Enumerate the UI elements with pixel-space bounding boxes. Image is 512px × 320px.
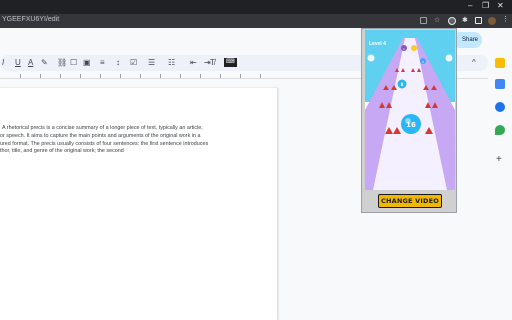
body-line: A rhetorical precis is a concise summary… [2, 125, 203, 131]
ruler-tick [80, 74, 81, 78]
ruler-tick [160, 74, 161, 78]
bullet-list-icon[interactable]: ☰ [148, 57, 155, 69]
side-panel-icon[interactable] [475, 17, 482, 24]
ruler-tick [100, 74, 101, 78]
body-line: thor, title, and genre of the original w… [0, 148, 124, 155]
highlight-icon[interactable]: ✎ [41, 57, 48, 69]
side-panel-rail: + [488, 28, 512, 320]
ball-number: 16 [406, 121, 416, 129]
document-page[interactable] [0, 88, 278, 320]
clear-formatting-icon[interactable]: T̸ [210, 57, 215, 69]
ruler-tick [220, 74, 221, 78]
extensions-puzzle-icon[interactable]: ✱ [462, 16, 470, 24]
ruler-tick [200, 74, 201, 78]
italic-button[interactable]: I [2, 57, 4, 69]
keep-icon[interactable] [495, 58, 505, 68]
body-line: or speech. It aims to capture the main p… [0, 132, 201, 139]
ball-number: 8 [401, 82, 404, 87]
indent-less-icon[interactable]: ⇤ [190, 57, 197, 69]
image-icon[interactable]: ▣ [83, 57, 91, 69]
game-scene: 16 8 2 1 [365, 30, 455, 190]
minimize-icon[interactable]: – [468, 1, 472, 10]
checklist-icon[interactable]: ☑ [130, 57, 137, 69]
tasks-icon[interactable] [495, 79, 505, 89]
ruler-tick [140, 74, 141, 78]
contacts-icon[interactable] [495, 102, 505, 112]
ruler-tick [40, 74, 41, 78]
text-color-button[interactable]: A [28, 57, 33, 69]
extension-popup: 16 8 2 1 Level 4 CHANGE VIDEO [361, 28, 457, 213]
link-icon[interactable]: ⛓ [57, 57, 67, 69]
ruler-tick [260, 74, 261, 78]
extension-active-icon[interactable] [448, 17, 456, 25]
ball-number: 1 [403, 47, 405, 51]
menu-kebab-icon[interactable]: ⋮ [502, 15, 510, 23]
line-spacing-icon[interactable]: ↕ [116, 57, 120, 69]
numbered-list-icon[interactable]: ☷ [168, 57, 175, 69]
profile-avatar-icon[interactable] [488, 17, 496, 25]
address-bar[interactable]: YGEEFXU6YI/edit ☆ ✱ ⋮ [0, 14, 512, 28]
maps-icon[interactable] [495, 125, 505, 135]
ruler-tick [60, 74, 61, 78]
close-icon[interactable]: ✕ [497, 1, 504, 10]
ruler-tick [240, 74, 241, 78]
comment-icon[interactable]: ☐ [70, 57, 77, 69]
ruler-tick [20, 74, 21, 78]
ball-number: 2 [422, 60, 424, 64]
bookmark-star-icon[interactable]: ☆ [434, 16, 442, 24]
change-video-button[interactable]: CHANGE VIDEO [378, 194, 442, 208]
align-icon[interactable]: ≡ [100, 57, 105, 69]
document-body[interactable]: A rhetorical precis is a concise summary… [0, 125, 230, 156]
body-line: ured format. The precis usually consists… [0, 140, 209, 147]
game-video[interactable]: 16 8 2 1 Level 4 [365, 30, 455, 190]
keyboard-icon[interactable]: ⌨ [224, 58, 237, 67]
share-page-icon[interactable] [420, 17, 427, 24]
underline-button[interactable]: U [15, 57, 21, 69]
add-addon-icon[interactable]: + [496, 154, 502, 165]
ruler-tick [120, 74, 121, 78]
url-text[interactable]: YGEEFXU6YI/edit [2, 16, 59, 23]
browser-title-bar: – ❐ ✕ [0, 0, 512, 14]
ruler-tick [180, 74, 181, 78]
level-label: Level 4 [369, 41, 386, 47]
restore-icon[interactable]: ❐ [482, 1, 489, 10]
collapse-toolbar-icon[interactable]: ^ [472, 57, 476, 69]
